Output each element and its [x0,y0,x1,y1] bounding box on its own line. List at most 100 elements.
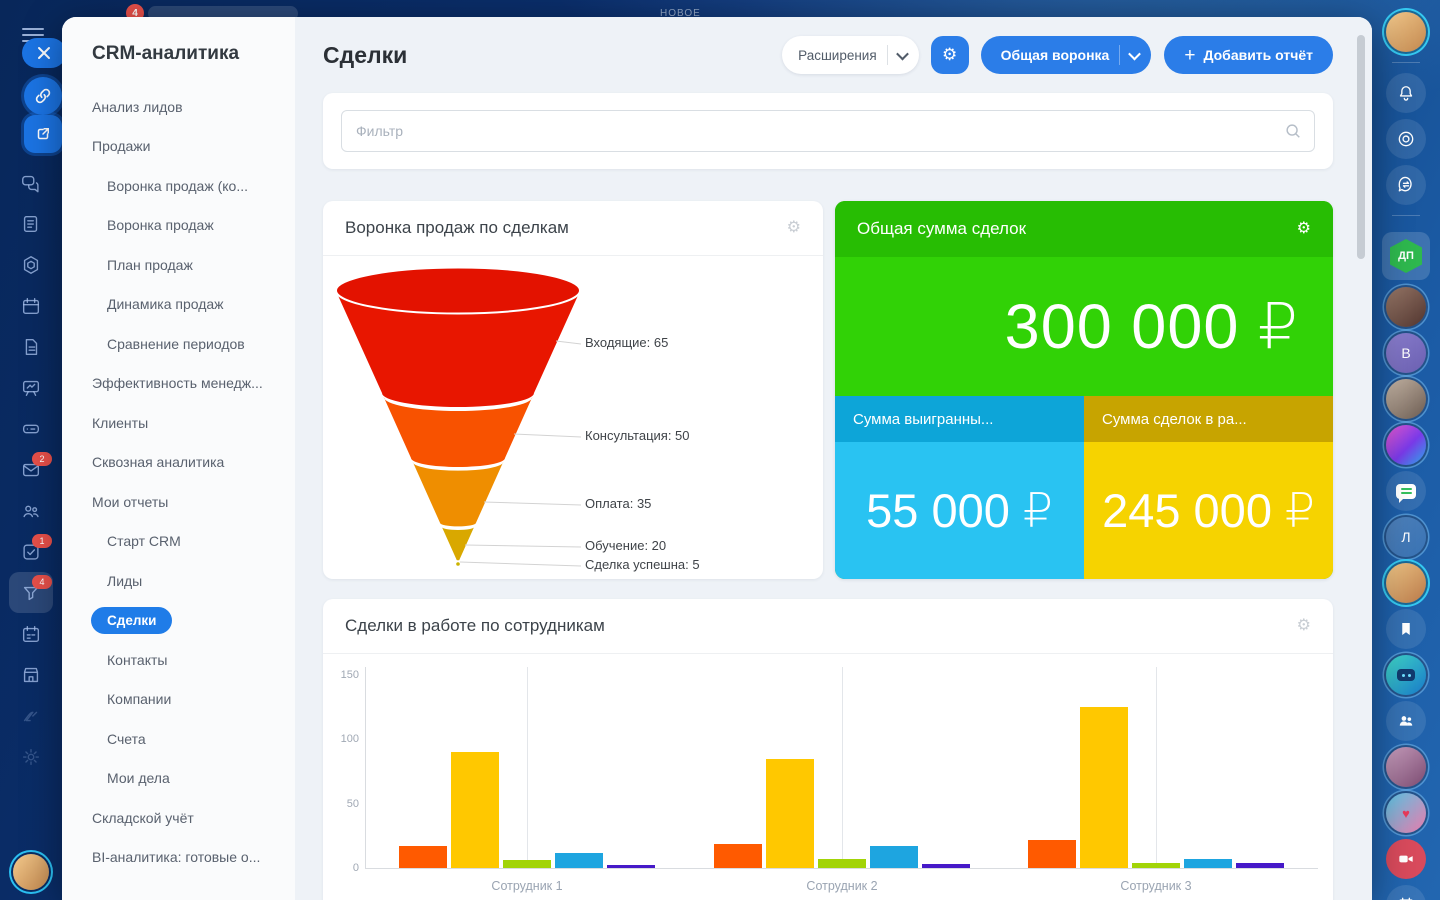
rail-item-feed-icon[interactable] [0,203,62,244]
open-external-button[interactable] [24,115,62,153]
user-avatar[interactable] [1386,12,1426,52]
vertical-scrollbar[interactable] [1357,35,1365,259]
contact-avatar[interactable]: ♥ [1386,793,1426,833]
rail-item-people-icon[interactable] [0,490,62,531]
rail-item-mail-icon[interactable]: 2 [0,449,62,490]
view-selector-button[interactable]: Общая воронка [981,36,1152,74]
support-spiral-icon[interactable] [1386,119,1426,159]
bar-blue [555,853,603,868]
rail-item-chat-icon[interactable] [0,162,62,203]
sidebar-item-19[interactable]: Складской учёт [62,798,295,838]
rail-item-board-icon[interactable] [0,367,62,408]
sidebar-item-9[interactable]: Клиенты [62,403,295,443]
sidebar-item-16[interactable]: Компании [62,680,295,720]
calendar-icon[interactable] [1386,885,1426,900]
filter-input[interactable] [342,123,1284,139]
funnel-stage-label: Оплата: 35 [585,496,651,511]
bar-blue [870,846,918,868]
button-divider [1119,45,1120,65]
sidebar-item-15[interactable]: Контакты [62,640,295,680]
bell-icon[interactable] [1386,73,1426,113]
sidebar-item-20[interactable]: BI-аналитика: готовые о... [62,838,295,878]
contact-avatar[interactable] [1386,379,1426,419]
sidebar-item-7[interactable]: Сравнение периодов [62,324,295,364]
sidebar-item-1[interactable]: Анализ лидов [62,87,295,127]
category-gridline [527,667,528,868]
gear-icon[interactable]: ⚙ [1297,618,1311,634]
external-link-icon [34,125,52,143]
y-tick-label: 100 [329,733,359,745]
rail-item-hexagon-icon[interactable] [0,244,62,285]
sidebar-item-18[interactable]: Мои дела [62,759,295,799]
contact-avatar[interactable] [1386,747,1426,787]
extensions-label: Расширения [798,48,877,63]
right-rail: ДП В Л ♥ [1372,0,1440,900]
rail-item-tasks-icon[interactable]: 1 [0,531,62,572]
report-settings-button[interactable]: ⚙ [931,36,969,74]
sidebar-item-10[interactable]: Сквозная аналитика [62,443,295,483]
contact-avatar-letter[interactable]: В [1386,333,1426,373]
gear-icon[interactable]: ⚙ [1297,221,1311,237]
rail-item-calendar-grid-icon[interactable] [0,613,62,654]
rail-divider [1392,62,1420,63]
add-report-label: Добавить отчёт [1203,47,1313,63]
rail-badge: 2 [32,452,52,466]
gear-icon: ⚙ [942,45,957,65]
funnel-stage-label: Консультация: 50 [585,428,690,443]
sidebar-item-4[interactable]: Воронка продаж [62,206,295,246]
add-report-button[interactable]: + Добавить отчёт [1164,36,1333,74]
copy-link-button[interactable] [24,77,62,115]
close-panel-button[interactable] [22,38,66,68]
app-root: 4 НОВОЕ 214 CRM-аналитика Анализ лидовПр… [0,0,1440,900]
sidebar-item-12[interactable]: Старт CRM [62,522,295,562]
sidebar-item-8[interactable]: Эффективность менедж... [62,364,295,404]
profile-avatar[interactable] [13,854,49,890]
sidebar-item-13[interactable]: Лиды [62,561,295,601]
workspace-hexagon: ДП [1390,239,1422,273]
funnel-card-title: Воронка продаж по сделкам [345,218,569,238]
sidebar-item-2[interactable]: Продажи [62,127,295,167]
group-users-icon[interactable] [1386,701,1426,741]
x-category-label: Сотрудник 3 [1086,879,1226,895]
sidebar-item-17[interactable]: Счета [62,719,295,759]
bar-yellow [451,752,499,868]
search-icon[interactable] [1284,122,1302,140]
summary-card: Общая сумма сделок ⚙ 300 000 ₽ Сумма выи… [835,201,1333,579]
bar-yellow [766,759,814,868]
bar-orange [714,844,762,868]
chevron-down-icon [1128,47,1141,60]
sidebar-item-6[interactable]: Динамика продаж [62,285,295,325]
rail-item-drive-icon[interactable] [0,408,62,449]
board-icon [20,377,42,399]
robot-face [1397,669,1415,681]
gear-icon[interactable]: ⚙ [787,220,801,236]
bar-green [1132,863,1180,868]
crm-analytics-sidebar: CRM-аналитика Анализ лидовПродажиВоронка… [62,17,295,900]
category-gridline [842,667,843,868]
calendar-icon [20,295,42,317]
rail-item-sign-icon[interactable] [0,695,62,736]
contact-avatar[interactable] [1386,563,1426,603]
bot-avatar[interactable] [1386,655,1426,695]
bookmark-icon[interactable] [1386,609,1426,649]
extensions-button[interactable]: Расширения [782,36,919,74]
sidebar-item-5[interactable]: План продаж [62,245,295,285]
contact-avatar[interactable] [1386,425,1426,465]
chat-transfer-icon[interactable] [1386,165,1426,205]
rail-item-settings-gear-icon[interactable] [0,736,62,777]
sidebar-item-14[interactable]: Сделки [62,601,295,641]
sidebar-item-3[interactable]: Воронка продаж (ко... [62,166,295,206]
rail-item-market-icon[interactable] [0,654,62,695]
funnel-chart: Входящие: 65Консультация: 50Оплата: 35Об… [323,256,823,579]
sidebar-item-11[interactable]: Мои отчеты [62,482,295,522]
market-icon [20,664,42,686]
contact-avatar[interactable] [1386,287,1426,327]
bar-green [818,859,866,868]
rail-item-crm-funnel-icon[interactable]: 4 [0,572,62,613]
rail-item-calendar-icon[interactable] [0,285,62,326]
workspace-badge[interactable]: ДП [1382,232,1430,280]
video-call-icon[interactable] [1386,839,1426,879]
chat-lines-icon[interactable] [1386,471,1426,511]
rail-item-document-icon[interactable] [0,326,62,367]
contact-avatar-letter[interactable]: Л [1386,517,1426,557]
